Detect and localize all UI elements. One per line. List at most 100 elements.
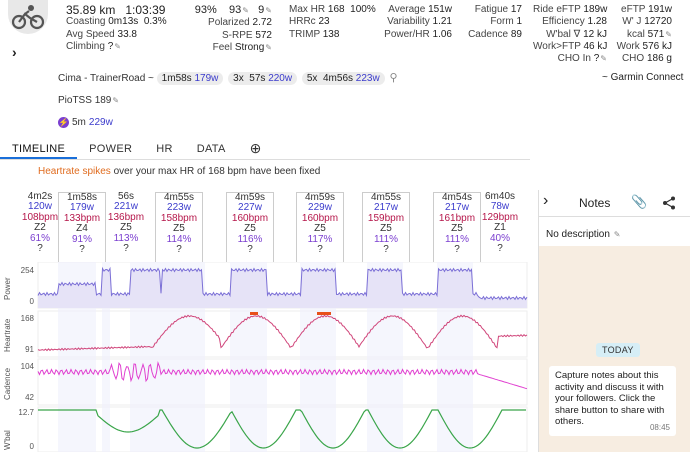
load-value: 93 xyxy=(229,4,242,16)
search-icon[interactable]: ⚲ xyxy=(389,72,397,84)
interval-chip[interactable]: 5x 4m56s 223w xyxy=(301,72,385,85)
description-text: No description xyxy=(546,229,610,240)
cadence-max-tick: 104 xyxy=(20,362,34,371)
coasting-value: 0m13s xyxy=(108,16,139,28)
chip-watts: 220w xyxy=(268,73,293,84)
cho-label: CHO xyxy=(621,53,645,65)
kcal-label: kcal xyxy=(627,28,645,40)
variability-label: Variability xyxy=(387,16,430,28)
avg-speed-value: 33.8 xyxy=(117,28,137,40)
hrrc-value: 23 xyxy=(318,16,330,28)
tab-data[interactable]: DATA xyxy=(185,138,238,159)
duration: 1:03:39 xyxy=(125,3,166,17)
pencil-icon[interactable]: ✎ xyxy=(265,6,272,15)
chip-duration: 1m58s xyxy=(161,73,192,84)
interval-column[interactable]: 1m58s 179w 133bpm Z4 91%? xyxy=(58,192,106,262)
wbal-label: W'bal ∇ xyxy=(546,28,581,40)
warning-highlight[interactable]: Heartrate spikes xyxy=(38,166,111,177)
max-hr-pct: 100% xyxy=(350,4,376,15)
pencil-icon[interactable]: ✎ xyxy=(600,54,607,63)
notes-panel: › Notes 📎 No description ✎ TODAY Capture… xyxy=(538,190,690,452)
avg-power-label: Average xyxy=(388,4,426,15)
pencil-icon[interactable]: ✎ xyxy=(665,30,672,39)
cadence-label: Cadence xyxy=(468,28,509,40)
interval-column[interactable]: 4m59s 227w 160bpm Z5 116%? xyxy=(226,192,274,262)
pencil-icon[interactable]: ✎ xyxy=(114,42,121,51)
cho-in-label: CHO In xyxy=(557,53,591,65)
interval-column[interactable]: 6m40s 78w 129bpm Z1 40%? xyxy=(476,191,524,254)
interval-q: ? xyxy=(454,244,460,256)
pencil-icon[interactable]: ✎ xyxy=(242,6,249,15)
timeline-svg[interactable] xyxy=(0,261,530,452)
max-hr-value: 168 xyxy=(327,4,345,15)
pio-tss-label: PioTSS xyxy=(58,95,92,106)
polarized-label: Polarized xyxy=(208,17,250,29)
athlete-avatar[interactable] xyxy=(8,0,48,34)
climbing-value[interactable]: ? xyxy=(108,41,114,52)
timeline-charts[interactable]: Power 254 0 Heartrate 168 91 Cadence 104… xyxy=(0,261,530,452)
variability-value: 1.21 xyxy=(432,16,452,28)
form-label: Form xyxy=(490,16,514,28)
work-ftp-value: 46 kJ xyxy=(583,40,608,52)
wprime-label: W' J xyxy=(622,16,642,28)
work-ftp-label: Work>FTP xyxy=(533,40,581,52)
polarized-value: 2.72 xyxy=(252,17,272,29)
stats-col-4: Average 151w Variability 1.21 Power/HR 1… xyxy=(378,4,452,41)
chevron-right-icon[interactable]: › xyxy=(12,44,17,60)
workout-name[interactable]: Cima - TrainerRoad xyxy=(58,73,145,84)
hr-warning: Heartrate spikes over your max HR of 168… xyxy=(38,166,320,177)
avg-power-value: 151w xyxy=(428,4,452,15)
interval-column[interactable]: 4m55s 217w 159bpm Z5 111%? xyxy=(362,192,410,262)
chip-count: 3x xyxy=(233,73,244,84)
intensity-value: 93% xyxy=(194,4,217,16)
work-label: Work xyxy=(616,40,640,52)
eftp-value: 191w xyxy=(648,4,672,15)
stats-col-7: eFTP 191w W' J 12720 kcal 571✎ Work 576 … xyxy=(612,4,672,65)
interval-column[interactable]: 56s 221w 136bpm Z5 113%? xyxy=(102,191,150,254)
five-min-label: 5m xyxy=(72,117,86,128)
pio-tss-value[interactable]: 189 xyxy=(95,95,112,106)
ride-eftp-value: 189w xyxy=(583,4,608,15)
interval-column[interactable]: 4m54s 217w 161bpm Z5 111%? xyxy=(433,192,481,262)
pencil-icon[interactable]: ✎ xyxy=(614,230,621,239)
form-value: 1 xyxy=(516,16,522,28)
tab-hr[interactable]: HR xyxy=(144,138,185,159)
ride-eftp-label: Ride eFTP xyxy=(533,4,581,15)
cho-in-value[interactable]: ? xyxy=(594,53,600,64)
interval-q: ? xyxy=(317,244,323,256)
efficiency-label: Efficiency xyxy=(542,16,585,28)
rpe-value: 9 xyxy=(258,4,265,16)
power-hr-value: 1.06 xyxy=(432,28,452,40)
interval-column[interactable]: 4m59s 229w 160bpm Z5 117%? xyxy=(296,192,344,262)
stats-col-6: Ride eFTP 189w Efficiency 1.28 W'bal ∇ 1… xyxy=(533,4,607,65)
pencil-icon[interactable]: ✎ xyxy=(265,43,272,52)
kcal-value: 571 xyxy=(647,28,665,40)
add-tab-icon[interactable]: ⊕ xyxy=(238,138,274,159)
coasting-label: Coasting xyxy=(66,16,106,28)
tab-power[interactable]: POWER xyxy=(77,138,144,159)
garmin-link[interactable]: ~ Garmin Connect xyxy=(602,72,683,83)
feel-label: Feel xyxy=(212,41,233,53)
paperclip-icon[interactable]: 📎 xyxy=(631,194,647,210)
feel-value[interactable]: Strong xyxy=(235,42,264,53)
hrrc-label: HRRc xyxy=(289,16,316,28)
interval-column[interactable]: 4m2s 120w 108bpm Z2 61%? xyxy=(16,191,64,254)
interval-chip[interactable]: 3x 57s 220w xyxy=(228,72,298,85)
power-max-tick: 254 xyxy=(20,266,34,275)
tab-timeline[interactable]: TIMELINE xyxy=(0,138,78,159)
notes-bubble: Capture notes about this activity and di… xyxy=(549,366,676,436)
share-icon[interactable] xyxy=(662,196,676,210)
chip-count: 5x xyxy=(306,73,318,84)
interval-chip[interactable]: 1m58s 179w xyxy=(156,72,224,85)
stats-col-1: 35.89 km 1:03:39 Coasting 0m13s 0.3% Avg… xyxy=(66,4,167,53)
wbal-min-tick: 0 xyxy=(29,442,34,451)
notes-header: › Notes 📎 xyxy=(539,190,690,217)
coasting-pct: 0.3% xyxy=(143,16,167,28)
srpe-label: S-RPE xyxy=(221,29,253,41)
notes-description[interactable]: No description ✎ xyxy=(546,229,620,240)
pencil-icon[interactable]: ✎ xyxy=(112,96,119,105)
stats-col-3: Max HR 168 100% HRRc 23 TRIMP 138 xyxy=(289,4,376,41)
chip-duration: 4m56s xyxy=(323,73,354,84)
chevron-right-icon[interactable]: › xyxy=(543,192,548,210)
interval-column[interactable]: 4m55s 223w 158bpm Z5 114%? xyxy=(155,192,203,262)
